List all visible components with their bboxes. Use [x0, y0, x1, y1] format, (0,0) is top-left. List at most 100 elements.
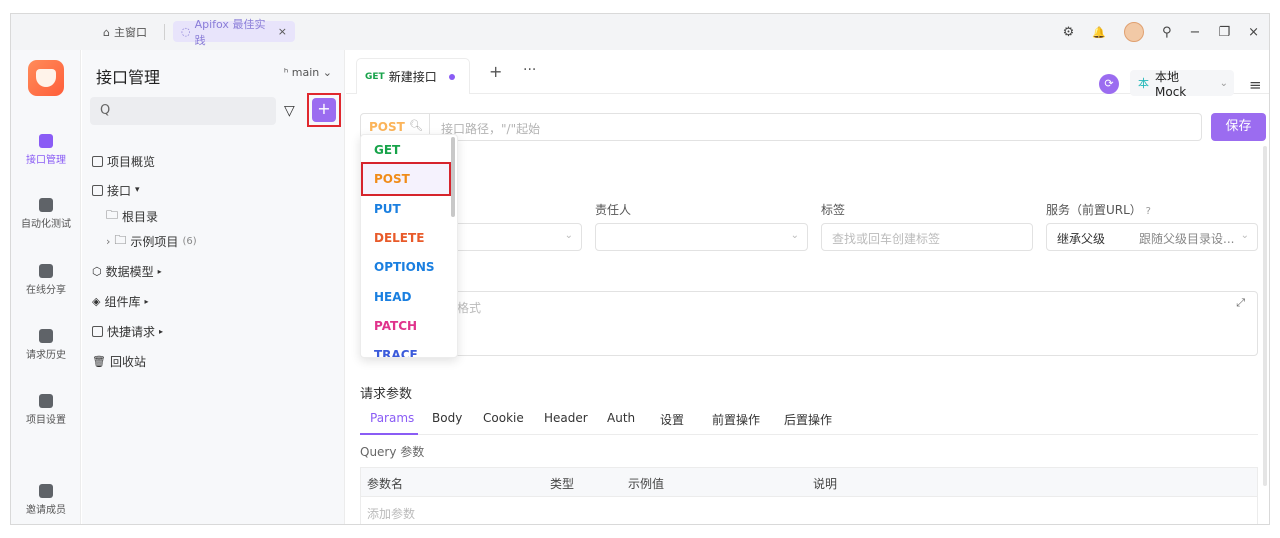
tab-header[interactable]: Header: [544, 411, 588, 425]
close-window-icon[interactable]: ×: [1248, 25, 1259, 40]
method-option-head[interactable]: HEAD: [361, 283, 457, 312]
help-icon[interactable]: ?: [1146, 206, 1151, 217]
rail-item-label: 项目设置: [26, 415, 66, 426]
tree-item-models[interactable]: ⬡ 数据模型 ▸: [92, 260, 162, 282]
method-select[interactable]: POST: [369, 120, 405, 134]
tab-pre-processors[interactable]: 前置操作: [712, 411, 760, 428]
column-header: 说明: [813, 477, 838, 491]
rail-item-label: 在线分享: [26, 285, 66, 296]
home-tab-label: 主窗口: [113, 26, 147, 39]
tree-item-quick-requests[interactable]: 快捷请求 ▸: [92, 320, 163, 342]
scrollbar[interactable]: [1263, 146, 1267, 486]
tree-item-root[interactable]: 🗀 根目录: [106, 205, 158, 227]
rail-item-api[interactable]: 接口管理: [11, 134, 81, 166]
tab-body[interactable]: Body: [432, 411, 462, 425]
method-option-delete[interactable]: DELETE: [361, 224, 457, 253]
project-icon: ◌: [181, 25, 191, 38]
chevron-down-icon: ⌄: [1240, 230, 1249, 241]
tab-settings[interactable]: 设置: [660, 411, 684, 428]
minimize-icon[interactable]: −: [1190, 25, 1201, 40]
tree-item-overview[interactable]: 项目概览: [92, 150, 155, 172]
search-icon: Q: [100, 103, 111, 118]
app-logo: [28, 60, 64, 96]
new-tab-button[interactable]: +: [489, 62, 502, 81]
tab-post-processors[interactable]: 后置操作: [784, 411, 832, 428]
tab-auth[interactable]: Auth: [607, 411, 635, 425]
more-icon[interactable]: ···: [523, 62, 536, 78]
api-folder-icon: [92, 184, 103, 196]
pin-icon[interactable]: ⚲: [1162, 25, 1172, 40]
unsaved-dot: [449, 73, 455, 80]
tab-label: 新建接口: [388, 70, 437, 84]
api-tree-panel: 接口管理 ʰ main ⌄ Q ▽ + 项目概览 接口 ▾ 🗀 根目录 › 🗀 …: [82, 50, 345, 524]
tab-params[interactable]: Params: [370, 411, 414, 425]
tab-new-api[interactable]: GET 新建接口: [356, 58, 470, 94]
maximize-icon[interactable]: ❐: [1218, 25, 1230, 40]
method-option-post[interactable]: POST: [361, 165, 457, 194]
service-hint: 跟随父级目录设...: [1139, 232, 1235, 246]
branch-selector[interactable]: ʰ main ⌄: [284, 66, 332, 79]
item-count: (6): [182, 235, 197, 247]
folder-icon: 🗀: [114, 232, 127, 247]
environment-select[interactable]: 本 本地 Mock ⌄: [1130, 69, 1234, 99]
search-input[interactable]: Q: [90, 97, 276, 125]
rail-item-automation[interactable]: 自动化测试: [11, 198, 81, 230]
filter-icon[interactable]: ▽: [284, 103, 295, 119]
bell-icon[interactable]: 🔔: [1092, 26, 1106, 39]
gear-icon[interactable]: ⚙: [1063, 25, 1075, 40]
param-tabs: Params Body Cookie Header Auth 设置 前置操作 后…: [360, 407, 1258, 435]
sync-icon[interactable]: ⟳: [1099, 74, 1119, 94]
expand-icon[interactable]: ⤢: [1236, 296, 1245, 310]
service-select[interactable]: 继承父级 跟随父级目录设... ⌄: [1046, 223, 1258, 251]
tree-item-api[interactable]: 接口 ▾: [92, 179, 140, 201]
rail-item-label: 邀请成员: [26, 505, 66, 516]
method-option-options[interactable]: OPTIONS: [361, 253, 457, 282]
rail-item-settings[interactable]: 项目设置: [11, 394, 81, 426]
tags-placeholder: 查找或回车创建标签: [832, 232, 941, 246]
invite-icon: [39, 484, 53, 498]
owner-select[interactable]: ⌄: [595, 223, 808, 251]
environment-label: 本地 Mock: [1155, 69, 1187, 99]
home-icon: ⌂: [103, 25, 110, 39]
description-input[interactable]: 格式 ⤢: [360, 291, 1258, 356]
home-tab[interactable]: ⌂ 主窗口: [103, 22, 147, 42]
tab-cookie[interactable]: Cookie: [483, 411, 524, 425]
column-header: 类型: [550, 477, 575, 491]
add-param-row[interactable]: 添加参数: [367, 505, 415, 522]
method-option-patch[interactable]: PATCH: [361, 312, 457, 341]
settings-icon: [39, 394, 53, 408]
method-dropdown: GET POST PUT DELETE OPTIONS HEAD PATCH TRACE: [360, 134, 458, 358]
rail-item-invite[interactable]: 邀请成员: [11, 484, 81, 516]
dropdown-scrollbar[interactable]: [451, 137, 455, 217]
chevron-down-icon: ⌄: [564, 230, 573, 241]
overview-icon: [92, 155, 103, 167]
method-option-put[interactable]: PUT: [361, 195, 457, 224]
title-bar: ⌂ 主窗口 ◌ Apifox 最佳实践 × ⚙ 🔔 ⚲ − ❐ ×: [11, 14, 1269, 50]
project-tab-label: Apifox 最佳实践: [194, 17, 266, 47]
environment-tag: 本: [1138, 77, 1149, 90]
chevron-right-icon: ›: [106, 234, 111, 248]
add-button[interactable]: +: [312, 98, 336, 122]
automation-icon: [39, 198, 53, 212]
save-button[interactable]: 保存: [1211, 113, 1266, 141]
rail-item-history[interactable]: 请求历史: [11, 329, 81, 361]
branch-label: main: [291, 66, 320, 79]
service-label: 服务（前置URL） ?: [1046, 201, 1151, 218]
tree-item-example[interactable]: › 🗀 示例项目 (6): [106, 230, 197, 252]
tree-item-label: 示例项目: [130, 234, 179, 249]
menu-icon[interactable]: ≡: [1249, 76, 1262, 94]
method-option-trace[interactable]: TRACE: [361, 341, 457, 357]
tags-select[interactable]: 查找或回车创建标签: [821, 223, 1033, 251]
tree-item-label: 回收站: [109, 354, 146, 369]
tree-item-components[interactable]: ◈ 组件库 ▸: [92, 290, 149, 312]
avatar[interactable]: [1124, 22, 1144, 42]
table-header: 参数名 类型 示例值 说明: [361, 468, 1257, 497]
tab-method-badge: GET: [365, 71, 385, 82]
project-tab[interactable]: ◌ Apifox 最佳实践 ×: [173, 18, 295, 47]
rail-item-share[interactable]: 在线分享: [11, 264, 81, 296]
add-button-highlight: +: [307, 93, 341, 127]
rail-item-label: 接口管理: [26, 155, 66, 166]
method-option-get[interactable]: GET: [361, 136, 457, 165]
close-tab-icon[interactable]: ×: [278, 25, 287, 38]
tree-item-trash[interactable]: 🗑 回收站: [92, 350, 146, 372]
